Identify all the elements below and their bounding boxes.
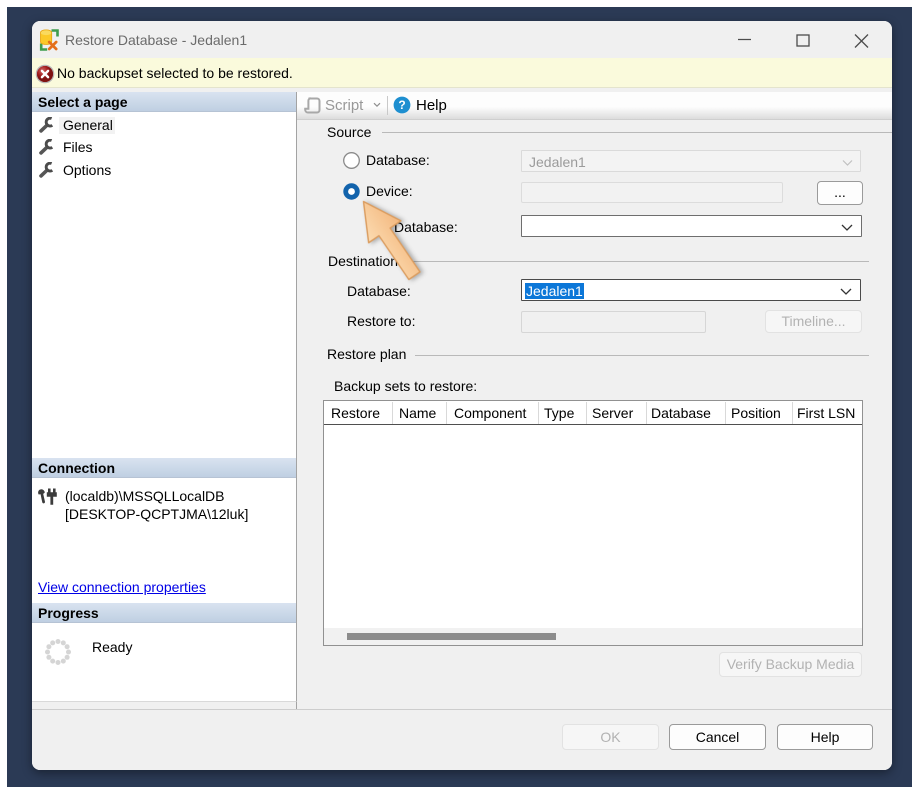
svg-text:?: ? <box>398 98 405 112</box>
